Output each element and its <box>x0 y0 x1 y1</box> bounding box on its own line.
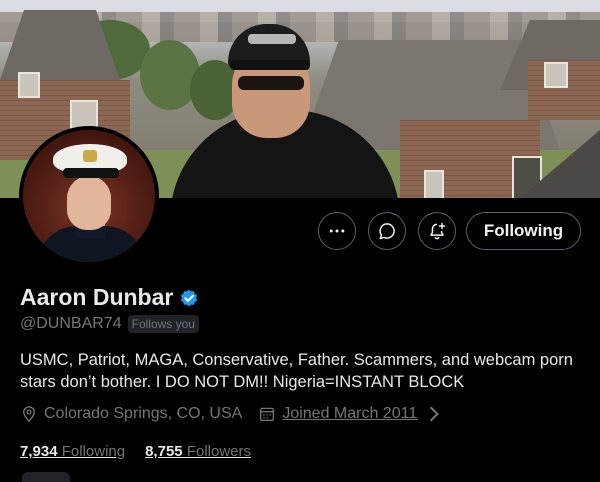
followers-label: Followers <box>186 443 251 460</box>
profile-bio: USMC, Patriot, MAGA, Conservative, Fathe… <box>20 351 573 391</box>
location-text: Colorado Springs, CO, USA <box>44 405 243 422</box>
joined-date[interactable]: Joined March 2011 <box>282 405 417 423</box>
following-count: 7,934 <box>20 443 58 460</box>
follow-stats: 7,934 Following 8,755 Followers <box>20 443 271 460</box>
banner-cap-bill <box>230 60 310 70</box>
bell-plus-icon <box>430 222 446 240</box>
banner-window <box>424 170 444 198</box>
chevron-right-icon <box>430 406 440 422</box>
notifications-button[interactable] <box>418 212 456 250</box>
followers-count: 8,755 <box>145 443 183 460</box>
handle-row: @DUNBAR74 Follows you <box>20 315 199 333</box>
more-icon <box>329 229 345 233</box>
message-button[interactable] <box>368 212 406 250</box>
avatar[interactable] <box>19 126 159 266</box>
following-button[interactable]: Following <box>466 212 581 250</box>
verified-badge-icon[interactable] <box>178 287 200 309</box>
avatar-cap-visor <box>63 168 119 178</box>
avatar-face <box>67 176 111 230</box>
follows-you-badge: Follows you <box>127 315 199 333</box>
joined-item[interactable]: Joined March 2011 <box>258 405 449 423</box>
handle: @DUNBAR74 <box>20 315 122 332</box>
display-name: Aaron Dunbar <box>20 284 174 310</box>
location-item: Colorado Springs, CO, USA <box>20 405 242 423</box>
following-stat-link[interactable]: 7,934 Following <box>20 443 125 460</box>
avatar-cap-emblem <box>83 150 97 162</box>
following-label: Following <box>61 443 126 460</box>
banner-window <box>18 72 40 98</box>
location-pin-icon <box>23 406 35 423</box>
message-icon <box>379 223 395 240</box>
followers-stat-link[interactable]: 8,755 Followers <box>145 443 251 460</box>
profile-meta: Colorado Springs, CO, USA Joined March 2… <box>20 405 449 423</box>
banner-cap-logo <box>248 34 296 44</box>
banner-window <box>544 62 568 88</box>
followed-by-avatars-peek <box>22 472 70 482</box>
more-button[interactable] <box>318 212 356 250</box>
calendar-icon <box>260 407 275 422</box>
banner-sunglasses <box>238 76 304 90</box>
profile-name-row: Aaron Dunbar <box>20 284 200 311</box>
